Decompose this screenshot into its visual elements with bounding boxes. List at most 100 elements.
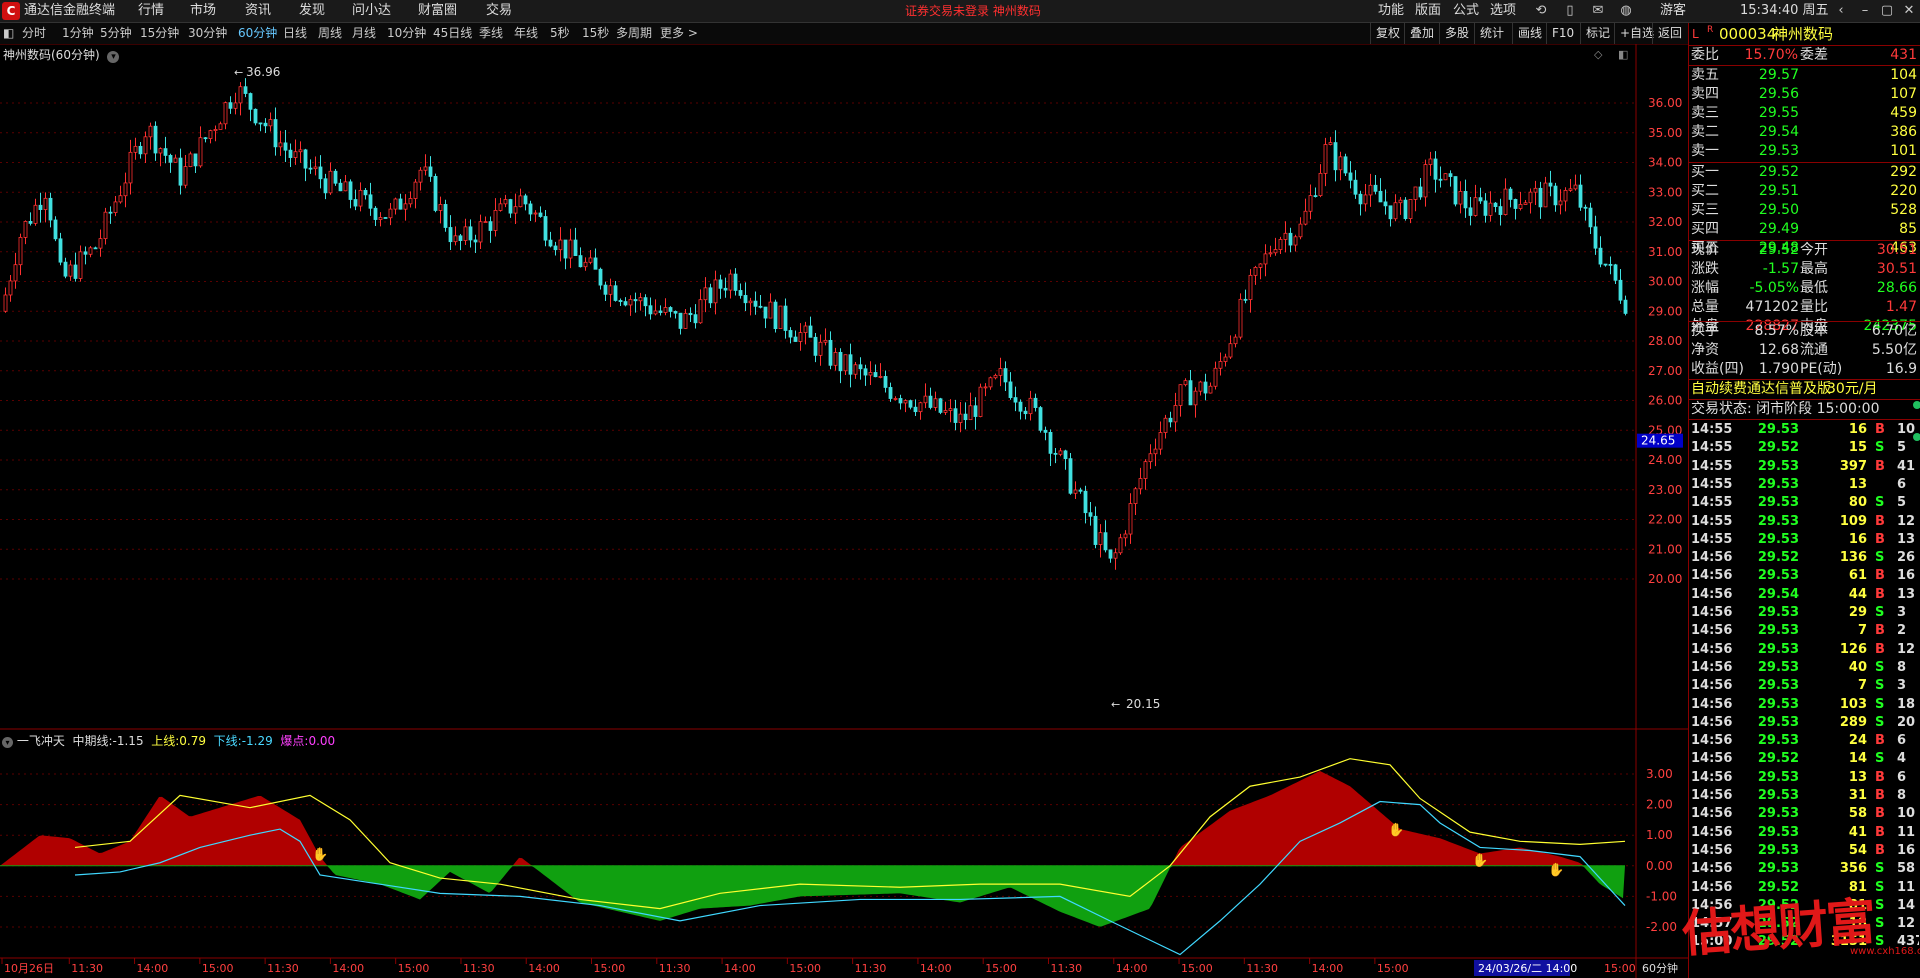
back-icon[interactable]: ‹ [1832,2,1850,20]
ask-row[interactable]: 卖一 29.53 101 [1689,142,1920,161]
candle-body [428,166,433,177]
ask-row[interactable]: 卖二 29.54 386 [1689,123,1920,142]
candle-body [868,372,873,376]
menu-news[interactable]: 资讯 [245,0,271,22]
menu-market[interactable]: 市场 [190,0,216,22]
ask-row[interactable]: 卖三 29.55 459 [1689,104,1920,123]
tick-volume: 31 [1848,788,1867,803]
ask-row[interactable]: 卖四 29.56 107 [1689,85,1920,104]
tool-2[interactable]: 多股 [1439,23,1474,44]
tool-4[interactable]: 画线 [1512,23,1547,44]
candle-body [1303,210,1308,225]
candle-body [1033,397,1038,408]
minimize-icon[interactable]: – [1856,2,1874,20]
promo-price[interactable]: 30元/月 [1827,380,1878,399]
period-tab-3[interactable]: 15分钟 [140,23,179,44]
ask-row[interactable]: 卖五 29.57 104 [1689,66,1920,85]
menu-trade[interactable]: 交易 [486,0,512,22]
period-tab-12[interactable]: 年线 [514,23,538,44]
period-tab-7[interactable]: 周线 [318,23,342,44]
promo-text[interactable]: 自动续费通达信普及版 [1691,380,1831,399]
panel-toggle-icon[interactable]: ◧ [3,23,14,44]
phone-icon[interactable]: ▯ [1561,2,1579,20]
time-axis-label: 15:00 [594,962,626,975]
candle-body [1523,202,1528,205]
mail-icon[interactable]: ✉ [1589,2,1607,20]
period-tab-16[interactable]: 更多 > [660,23,698,44]
period-tab-5[interactable]: 60分钟 [238,23,277,44]
candle-body [718,279,723,289]
period-tab-8[interactable]: 月线 [352,23,376,44]
tool-3[interactable]: 统计 [1474,23,1509,44]
period-tab-13[interactable]: 5秒 [550,23,570,44]
bid-volume: 85 [1899,221,1917,237]
candle-body [478,221,483,243]
period-tab-4[interactable]: 30分钟 [188,23,227,44]
tool-1[interactable]: 叠加 [1404,23,1439,44]
close-icon[interactable]: ✕ [1900,2,1918,20]
candle-body [1428,158,1433,165]
candle-body [1218,361,1223,369]
user-icon[interactable]: ◍ [1617,2,1635,20]
bid-row[interactable]: 买一 29.52 292 [1689,163,1920,182]
stat-row: 总量 471202 量比 1.47 [1689,298,1920,317]
tool-0[interactable]: 复权 [1370,23,1405,44]
candle-body [248,93,253,110]
refresh-icon[interactable]: ⟲ [1532,2,1550,20]
period-tab-15[interactable]: 多周期 [616,23,652,44]
candle-body [1343,156,1348,174]
period-tab-10[interactable]: 45日线 [433,23,472,44]
candle-body [733,273,738,291]
tool-6[interactable]: 标记 [1580,23,1615,44]
candle-body [258,122,263,125]
candle-body [1213,367,1218,387]
bid-row[interactable]: 买二 29.51 220 [1689,182,1920,201]
menu-layout[interactable]: 版面 [1415,0,1441,22]
menu-formula[interactable]: 公式 [1453,0,1479,22]
period-tab-0[interactable]: 分时 [22,23,46,44]
candle-body [298,149,303,153]
stock-name[interactable]: 神州数码 [1773,25,1833,44]
menu-discover[interactable]: 发现 [299,0,325,22]
period-tab-2[interactable]: 5分钟 [100,23,132,44]
candle-body [503,199,508,205]
indicator-toggle-icon[interactable]: ▾ [2,737,13,748]
tick-price: 29.53 [1757,568,1799,584]
menu-assistant[interactable]: 问小达 [352,0,391,22]
period-tab-1[interactable]: 1分钟 [62,23,94,44]
tick-direction: S [1875,678,1885,694]
period-tab-6[interactable]: 日线 [283,23,307,44]
tick-direction: S [1875,696,1885,712]
bid-row[interactable]: 买四 29.49 85 [1689,220,1920,239]
period-tab-11[interactable]: 季线 [479,23,503,44]
candle-body [643,297,648,307]
tool-8[interactable]: 返回 [1652,23,1687,44]
period-tab-9[interactable]: 10分钟 [387,23,426,44]
fin-row: 收益(四) 1.790 PE(动) 16.9 [1689,360,1920,379]
tick-direction: S [1875,916,1885,932]
candle-body [1603,263,1608,266]
tool-5[interactable]: F10 [1546,23,1579,44]
menu-community[interactable]: 财富圈 [418,0,457,22]
tick-count: 6 [1897,769,1907,785]
promo-row[interactable]: 自动续费通达信普及版 30元/月 [1689,380,1920,399]
candle-body [233,102,238,109]
menu-quotes[interactable]: 行情 [138,0,164,22]
candle-body [1188,380,1193,406]
tick-time: 14:56 [1691,641,1733,657]
period-tab-14[interactable]: 15秒 [582,23,609,44]
guest-user[interactable]: 游客 [1660,0,1686,22]
candle-body [1623,299,1628,314]
candle-body [1563,190,1568,202]
menu-options[interactable]: 选项 [1490,0,1516,22]
candle-body [1083,490,1088,514]
menu-function[interactable]: 功能 [1378,0,1404,22]
tick-price: 29.53 [1757,824,1799,840]
bid-row[interactable]: 买三 29.50 528 [1689,201,1920,220]
candle-body [1373,184,1378,192]
tick-scrollbar[interactable] [1913,395,1920,447]
kline-chart[interactable]: 36.00 35.00 34.00 33.00 32.00 31.00 30.00 29.00… [0,44,1688,978]
maximize-icon[interactable]: ▢ [1878,2,1896,20]
candle-body [1518,204,1523,209]
candle-body [58,238,63,263]
